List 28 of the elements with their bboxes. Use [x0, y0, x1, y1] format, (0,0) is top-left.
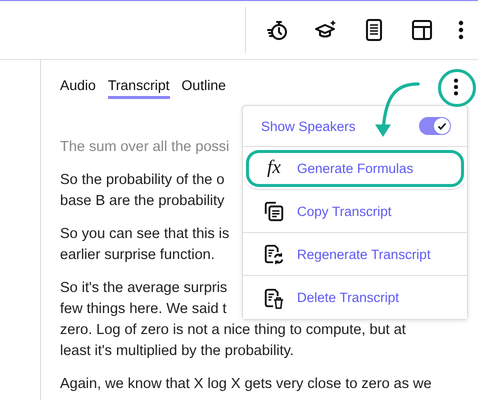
annotation-circle: [438, 69, 476, 107]
tab[interactable]: Transcript: [108, 77, 170, 99]
document-refresh-icon: [263, 243, 285, 265]
menu-item[interactable]: Copy Transcript: [243, 190, 467, 233]
timer-icon[interactable]: [266, 18, 290, 42]
more-icon[interactable]: [458, 18, 464, 42]
menu-label: Show Speakers: [261, 118, 356, 134]
more-icon[interactable]: [453, 76, 459, 98]
toggle-switch[interactable]: [419, 117, 451, 135]
transcript-line: few things here. We said t: [60, 300, 227, 319]
transcript-line: least it's multiplied by the probability.: [60, 342, 294, 361]
menu-item[interactable]: fx Generate Formulas: [243, 147, 467, 190]
menu-item[interactable]: Delete Transcript: [243, 276, 467, 319]
document-trash-icon: [263, 286, 285, 308]
transcript-line: The sum over all the possi: [60, 138, 230, 157]
tab[interactable]: Outline: [182, 77, 226, 99]
check-icon: [436, 120, 448, 132]
tab[interactable]: Audio: [60, 77, 96, 99]
layout-icon[interactable]: [410, 18, 434, 42]
transcript-line: base B are the probability: [60, 192, 224, 211]
transcript-line: So you can see that this is: [60, 225, 230, 244]
transcript-line: Again, we know that X log X gets very close to zero as we: [60, 375, 432, 394]
transcript-line: So it's the average surpris: [60, 279, 228, 298]
transcript-line: earlier surprise function.: [60, 246, 215, 265]
copy-icon: [263, 200, 285, 222]
menu-item[interactable]: Regenerate Transcript: [243, 233, 467, 276]
transcript-line: zero. Log of zero is not a nice thing to compute, but at: [60, 321, 406, 340]
transcript-line: So the probability of the o: [60, 171, 224, 190]
